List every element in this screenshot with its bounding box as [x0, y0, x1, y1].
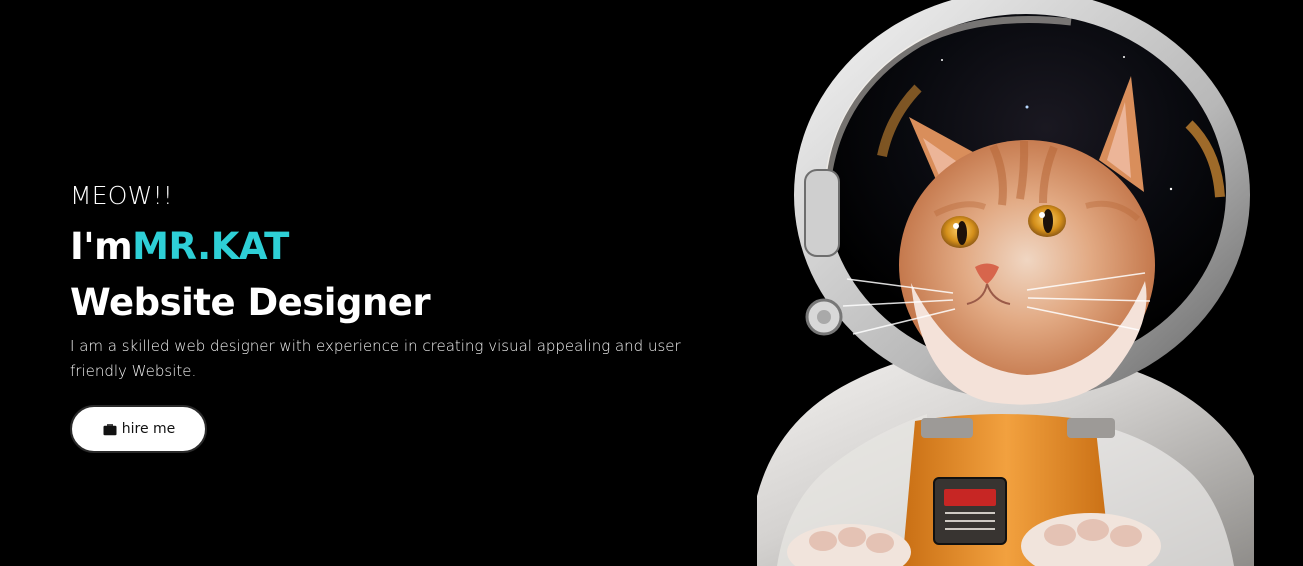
hero-description: I am a skilled web designer with experie… [70, 337, 681, 380]
role-heading: Website Designer [70, 281, 431, 324]
astronaut-cat-image [757, 0, 1254, 566]
briefcase-icon [102, 422, 118, 437]
hero-text-block: MEOW!! I'mMR.KAT Website Designer I am a… [70, 178, 730, 384]
hire-me-button[interactable]: hire me [70, 405, 207, 453]
intro-prefix: I'm [70, 225, 133, 268]
right-dark-strip [1254, 0, 1303, 566]
hire-me-label: hire me [121, 421, 176, 437]
greeting-text: MEOW!! [70, 181, 174, 210]
hero-section: MEOW!! I'mMR.KAT Website Designer I am a… [0, 0, 1303, 566]
name-highlight: MR.KAT [132, 225, 289, 268]
intro-heading: I'mMR.KAT [70, 224, 730, 270]
